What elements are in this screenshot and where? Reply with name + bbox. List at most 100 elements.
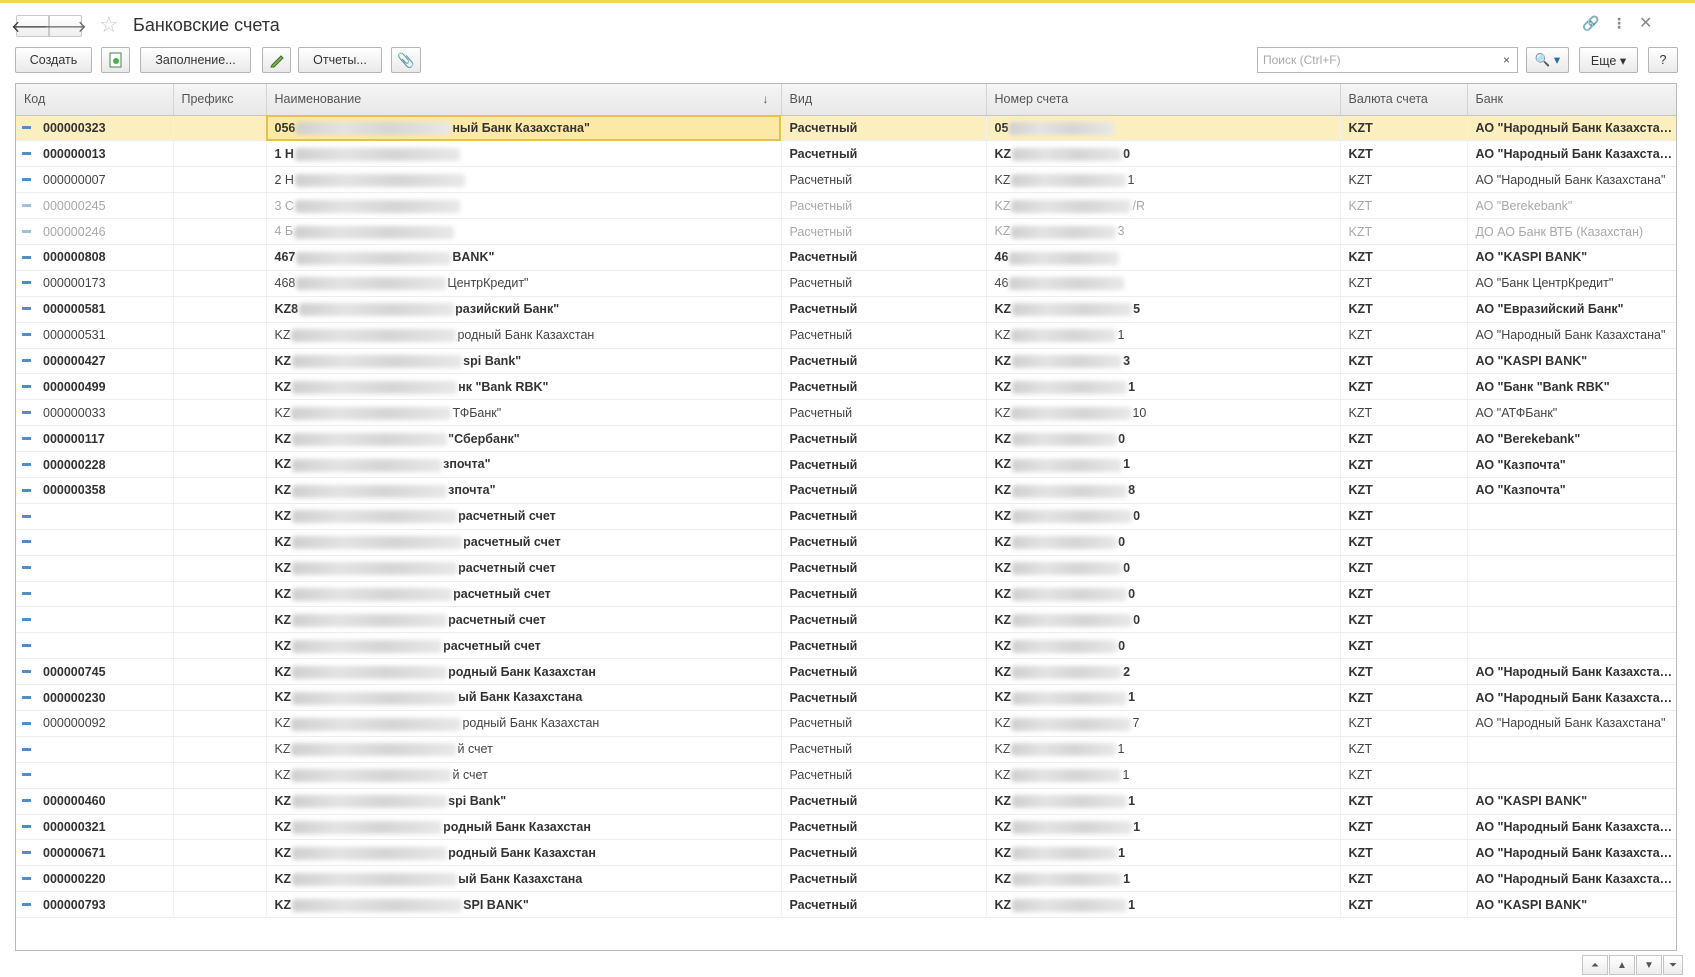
cell-prefix[interactable]	[173, 373, 267, 401]
cell-code[interactable]: 000000793	[16, 891, 174, 919]
cell-kind[interactable]: Расчетный	[781, 736, 987, 763]
cell-account-number[interactable]: KZ 3	[986, 348, 1341, 375]
cell-code[interactable]: 000000358	[16, 477, 174, 504]
cell-prefix[interactable]	[173, 529, 267, 556]
scroll-down-button[interactable]: ▼	[1636, 955, 1662, 975]
cell-name[interactable]: 468 ЦентрКредит"	[266, 270, 782, 297]
cell-name[interactable]: KZ й счет	[266, 736, 782, 763]
close-icon[interactable]: ✕	[1639, 13, 1652, 33]
cell-account-number[interactable]: KZ 1	[986, 788, 1341, 815]
cell-name[interactable]: KZ расчетный счет	[266, 529, 782, 556]
cell-account-number[interactable]: 46	[986, 244, 1341, 271]
cell-bank[interactable]: АО "Казпочта"	[1467, 451, 1676, 478]
cell-prefix[interactable]	[173, 140, 267, 168]
cell-account-number[interactable]: KZ 0	[986, 632, 1341, 660]
cell-bank[interactable]: АО "Евразийский Банк"	[1467, 296, 1676, 323]
cell-kind[interactable]: Расчетный	[781, 140, 987, 168]
cell-code[interactable]: 000000671	[16, 839, 174, 867]
cell-currency[interactable]: KZT	[1340, 529, 1468, 556]
cell-name[interactable]: KZ spi Bank"	[266, 788, 782, 815]
cell-bank[interactable]: АО "Банк "Bank RBK"	[1467, 373, 1676, 401]
cell-currency[interactable]: KZT	[1340, 322, 1468, 349]
search-button[interactable]: 🔍 ▾	[1526, 47, 1569, 73]
cell-currency[interactable]: KZT	[1340, 710, 1468, 737]
cell-code[interactable]: 000000427	[16, 348, 174, 375]
cell-prefix[interactable]	[173, 322, 267, 349]
cell-kind[interactable]: Расчетный	[781, 865, 987, 893]
cell-prefix[interactable]	[173, 296, 267, 323]
cell-code[interactable]: 000000228	[16, 451, 174, 478]
table-row[interactable]: 000000671 KZ родный Банк Казахстан Расчетны…	[16, 839, 1676, 867]
cell-bank[interactable]	[1467, 503, 1676, 530]
cell-bank[interactable]: АО "Народный Банк Казахстана"	[1467, 865, 1676, 893]
table-row[interactable]: 000000117 KZ "Сбербанк" Расчетный KZ 0 KZT АО "…	[16, 425, 1676, 453]
save-copy-button[interactable]	[101, 47, 130, 73]
cell-prefix[interactable]	[173, 270, 267, 297]
cell-kind[interactable]: Расчетный	[781, 788, 987, 815]
cell-name[interactable]: KZ родный Банк Казахстан	[266, 839, 782, 867]
cell-prefix[interactable]	[173, 710, 267, 737]
table-row[interactable]: KZ й счет Расчетный KZ 1 KZT	[16, 736, 1676, 763]
cell-kind[interactable]: Расчетный	[781, 218, 987, 245]
cell-kind[interactable]: Расчетный	[781, 270, 987, 297]
cell-account-number[interactable]: KZ 1	[986, 166, 1341, 194]
cell-kind[interactable]: Расчетный	[781, 296, 987, 323]
cell-currency[interactable]: KZT	[1340, 632, 1468, 660]
cell-prefix[interactable]	[173, 425, 267, 453]
cell-name[interactable]: 467 BANK"	[266, 244, 782, 271]
cell-prefix[interactable]	[173, 684, 267, 711]
cell-code[interactable]: 000000323	[16, 115, 174, 142]
table-row[interactable]: 000000358 KZ зпочта" Расчетный KZ 8 KZT АО "Каз…	[16, 477, 1676, 504]
cell-currency[interactable]: KZT	[1340, 839, 1468, 867]
cell-code[interactable]: 000000092	[16, 710, 174, 737]
cell-account-number[interactable]: KZ 1	[986, 839, 1341, 867]
cell-currency[interactable]: KZT	[1340, 218, 1468, 245]
cell-account-number[interactable]: KZ 2	[986, 658, 1341, 686]
cell-account-number[interactable]: KZ 0	[986, 606, 1341, 634]
cell-code[interactable]: 000000808	[16, 244, 174, 271]
cell-name[interactable]: KZ8 разийский Банк"	[266, 296, 782, 323]
cell-account-number[interactable]: KZ 1	[986, 891, 1341, 919]
cell-bank[interactable]: АО "KASPI BANK"	[1467, 788, 1676, 815]
cell-kind[interactable]: Расчетный	[781, 891, 987, 919]
cell-bank[interactable]: АО "Народный Банк Казахстана"	[1467, 658, 1676, 686]
cell-name[interactable]: KZ ый Банк Казахстана	[266, 684, 782, 711]
cell-name[interactable]: 1 Н	[266, 140, 782, 168]
cell-currency[interactable]: KZT	[1340, 270, 1468, 297]
cell-bank[interactable]	[1467, 632, 1676, 660]
cell-name[interactable]: KZ расчетный счет	[266, 632, 782, 660]
cell-currency[interactable]: KZT	[1340, 192, 1468, 220]
cell-kind[interactable]: Расчетный	[781, 166, 987, 194]
cell-name[interactable]: 056 ный Банк Казахстана"	[266, 115, 782, 142]
cell-prefix[interactable]	[173, 762, 267, 789]
cell-bank[interactable]: ДО АО Банк ВТБ (Казахстан)	[1467, 218, 1676, 245]
cell-kind[interactable]: Расчетный	[781, 192, 987, 220]
cell-prefix[interactable]	[173, 891, 267, 919]
cell-bank[interactable]	[1467, 762, 1676, 789]
cell-currency[interactable]: KZT	[1340, 425, 1468, 453]
reports-button[interactable]: Отчеты...	[298, 47, 382, 73]
cell-currency[interactable]: KZT	[1340, 891, 1468, 919]
cell-bank[interactable]	[1467, 529, 1676, 556]
forward-button[interactable]: 🡒	[44, 15, 87, 37]
cell-code[interactable]	[16, 555, 174, 582]
cell-currency[interactable]: KZT	[1340, 140, 1468, 168]
cell-name[interactable]: KZ "Сбербанк"	[266, 425, 782, 453]
table-row[interactable]: 000000745 KZ родный Банк Казахстан Расчетны…	[16, 658, 1676, 686]
cell-name[interactable]: KZ SPI BANK"	[266, 891, 782, 919]
cell-prefix[interactable]	[173, 218, 267, 245]
cell-prefix[interactable]	[173, 814, 267, 841]
cell-currency[interactable]: KZT	[1340, 606, 1468, 634]
cell-currency[interactable]: KZT	[1340, 115, 1468, 142]
cell-bank[interactable]: АО "KASPI BANK"	[1467, 891, 1676, 919]
help-button[interactable]: ?	[1648, 47, 1678, 73]
table-row[interactable]: 000000092 KZ родный Банк Казахстан Расчетны…	[16, 710, 1676, 737]
cell-name[interactable]: KZ нк "Bank RBK"	[266, 373, 782, 401]
cell-name[interactable]: KZ расчетный счет	[266, 503, 782, 530]
table-row[interactable]: 000000427 KZ spi Bank" Расчетный KZ 3 KZT АО "K…	[16, 348, 1676, 375]
link-icon[interactable]: 🔗	[1582, 15, 1599, 32]
cell-kind[interactable]: Расчетный	[781, 684, 987, 711]
cell-code[interactable]: 000000581	[16, 296, 174, 323]
cell-prefix[interactable]	[173, 581, 267, 608]
column-header-name[interactable]: Наименование ↓	[266, 84, 782, 116]
